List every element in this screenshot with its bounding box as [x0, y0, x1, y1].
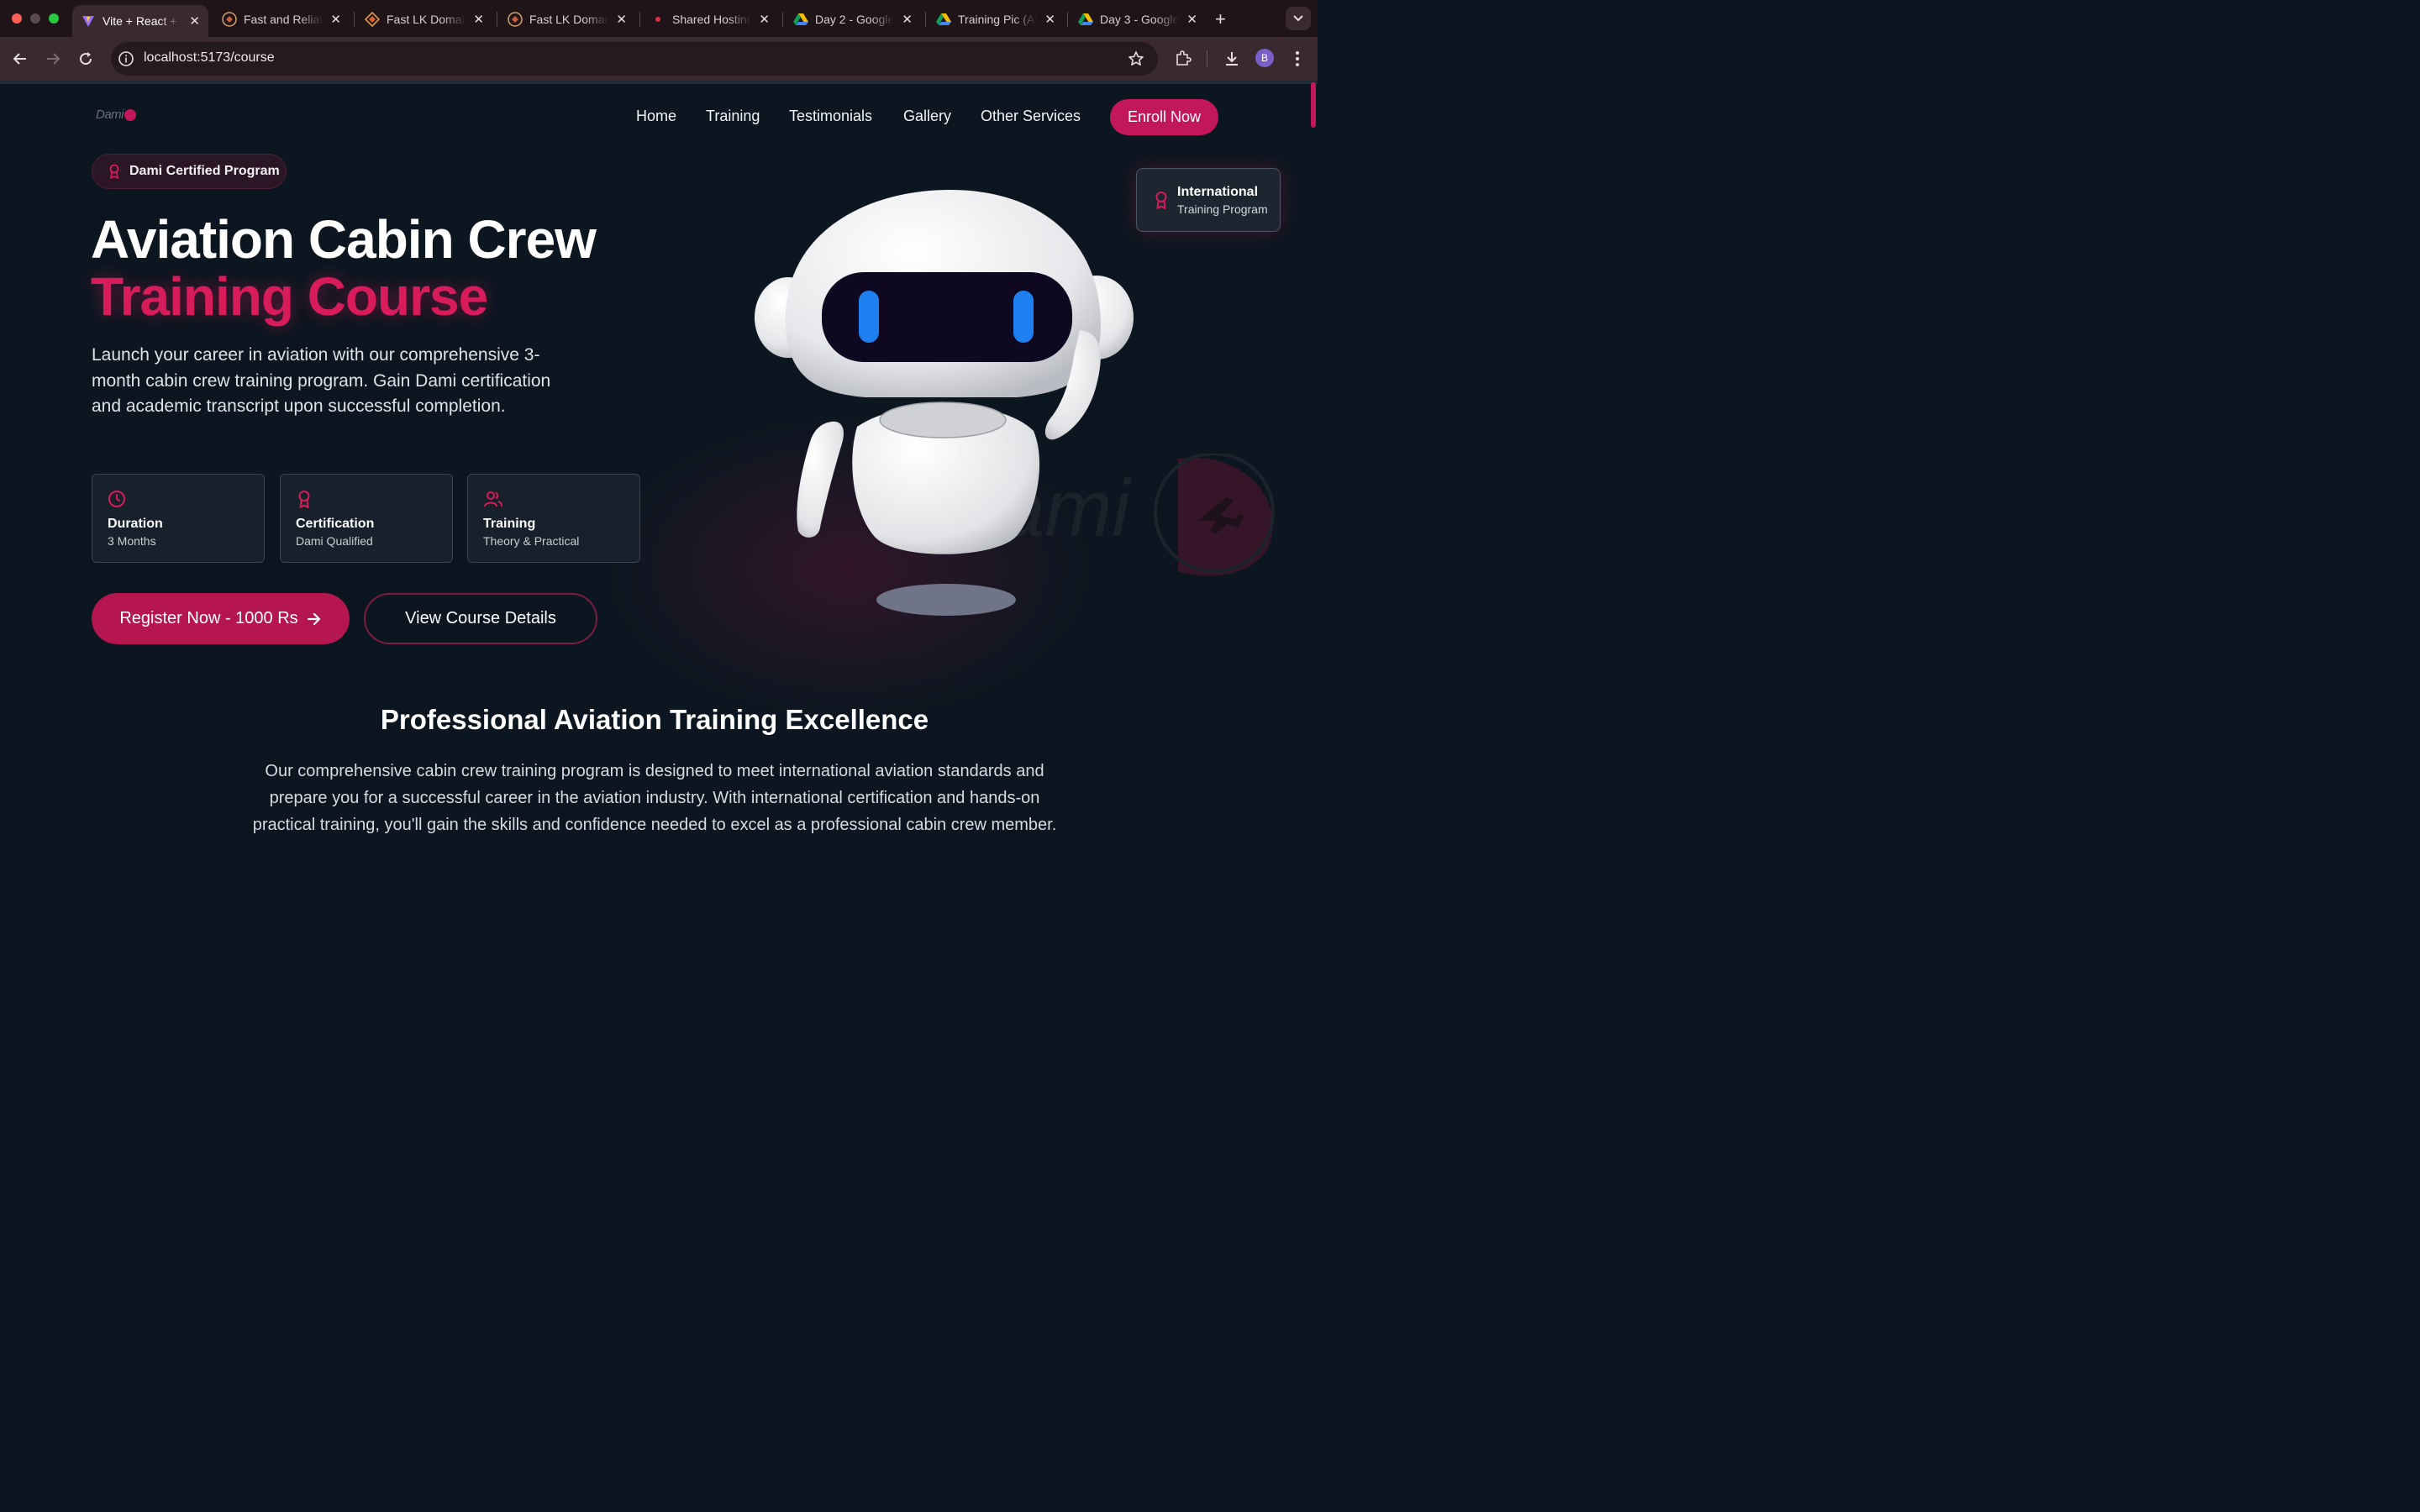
award-icon: [108, 164, 121, 179]
award-icon: [1154, 191, 1169, 209]
page-scrollbar[interactable]: [1309, 81, 1318, 823]
drive-icon: [1078, 12, 1093, 27]
arrow-right-icon: [307, 612, 322, 626]
users-icon: [483, 490, 624, 510]
scrollbar-thumb[interactable]: [1311, 82, 1316, 128]
forward-icon[interactable]: [43, 49, 63, 69]
extensions-icon[interactable]: [1174, 50, 1192, 72]
close-tab-icon[interactable]: ✕: [902, 12, 913, 27]
logo-mark-icon: [124, 108, 137, 121]
close-tab-icon[interactable]: ✕: [759, 12, 770, 27]
domain-icon: [508, 12, 523, 27]
duration-card: Duration 3 Months: [92, 474, 265, 563]
close-tab-icon[interactable]: ✕: [1186, 12, 1197, 27]
nav-testimonials[interactable]: Testimonials: [789, 108, 872, 125]
close-window-icon[interactable]: [12, 13, 22, 24]
browser-tab-4[interactable]: Shared Hosting ✕: [642, 5, 778, 34]
hero-description: Launch your career in aviation with our …: [92, 345, 551, 416]
clock-icon: [108, 490, 249, 510]
back-icon[interactable]: [10, 49, 30, 69]
register-now-button[interactable]: Register Now - 1000 Rs: [92, 593, 350, 644]
browser-tab-0[interactable]: Vite + React + TS ✕: [72, 5, 208, 37]
tab-search-chevron-icon[interactable]: [1286, 7, 1311, 30]
browser-tab-2[interactable]: Fast LK Domain ✕: [356, 5, 492, 34]
new-tab-icon[interactable]: +: [1215, 8, 1226, 30]
nav-training[interactable]: Training: [706, 108, 760, 125]
certified-program-badge: Dami Certified Program: [92, 154, 287, 189]
drive-icon: [936, 12, 951, 27]
close-tab-icon[interactable]: ✕: [473, 12, 484, 27]
domain-icon: [365, 12, 380, 27]
close-tab-icon[interactable]: ✕: [1044, 12, 1055, 27]
reload-icon[interactable]: [76, 49, 96, 69]
browser-tab-3[interactable]: Fast LK Domain ✕: [499, 5, 635, 34]
download-icon[interactable]: [1223, 50, 1241, 72]
view-course-details-button[interactable]: View Course Details: [364, 593, 597, 644]
browser-tab-7[interactable]: Day 3 - Google Drive ✕: [1070, 5, 1206, 34]
drive-icon: [793, 12, 808, 27]
url-text[interactable]: localhost:5173/course: [144, 50, 275, 66]
international-program-badge: International Training Program: [1136, 168, 1281, 232]
zoom-window-icon[interactable]: [49, 13, 59, 24]
enroll-now-button[interactable]: Enroll Now: [1110, 99, 1218, 135]
vite-icon: [81, 13, 96, 29]
robot-illustration: [755, 190, 1134, 616]
certification-card: Certification Dami Qualified: [280, 474, 453, 563]
dot-icon: [650, 12, 666, 27]
browser-tab-1[interactable]: Fast and Reliable ✕: [213, 5, 350, 34]
hero-title-line1: Aviation Cabin Crew: [91, 209, 597, 270]
training-card: Training Theory & Practical: [467, 474, 640, 563]
close-tab-icon[interactable]: ✕: [616, 12, 627, 27]
minimize-window-icon[interactable]: [30, 13, 40, 24]
section-heading: Professional Aviation Training Excellenc…: [380, 704, 929, 735]
award-icon: [296, 490, 437, 510]
browser-tab-6[interactable]: Training Pic (All) ✕: [928, 5, 1064, 34]
profile-avatar[interactable]: B: [1255, 49, 1274, 67]
hosting-icon: [222, 12, 237, 27]
hero-title-line2: Training Course: [91, 266, 488, 327]
close-tab-icon[interactable]: ✕: [189, 13, 200, 29]
dami-logo[interactable]: Dami: [96, 108, 137, 122]
browser-tab-5[interactable]: Day 2 - Google Drive ✕: [785, 5, 921, 34]
nav-other-services[interactable]: Other Services: [981, 108, 1081, 125]
nav-gallery[interactable]: Gallery: [903, 108, 951, 125]
section-paragraph: Our comprehensive cabin crew training pr…: [252, 762, 1057, 834]
close-tab-icon[interactable]: ✕: [330, 12, 341, 27]
nav-home[interactable]: Home: [636, 108, 676, 125]
browser-tab-bar: Vite + React + TS ✕ Fast and Reliable ✕ …: [0, 0, 1318, 37]
menu-kebab-icon[interactable]: [1291, 50, 1304, 72]
site-info-icon[interactable]: [118, 50, 134, 71]
bookmark-star-icon[interactable]: [1128, 50, 1144, 71]
